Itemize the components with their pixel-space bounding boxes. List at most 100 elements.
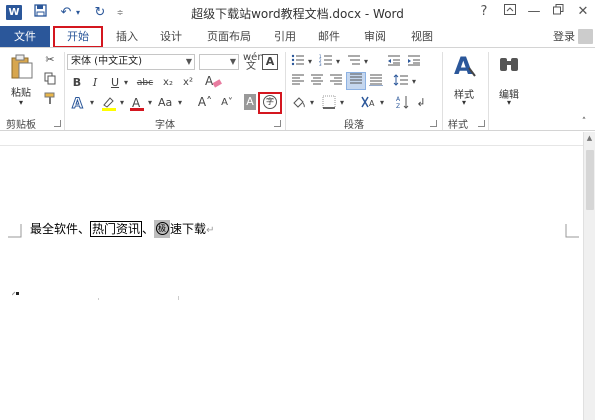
font-name-value: 宋体 (中文正文) — [71, 56, 142, 67]
svg-text:Z: Z — [396, 103, 400, 109]
scroll-up-icon[interactable]: ▲ — [584, 133, 595, 143]
margin-corner-top-left — [8, 224, 22, 238]
decrease-indent-icon[interactable] — [386, 54, 402, 71]
text-marker — [98, 298, 99, 300]
chevron-down-icon[interactable]: ▾ — [504, 98, 514, 107]
ruler — [0, 132, 583, 146]
chevron-down-icon[interactable]: ▾ — [362, 54, 370, 70]
maximize-icon[interactable] — [548, 3, 568, 21]
underline-dropdown-icon[interactable]: ▾ — [122, 75, 130, 91]
shading-icon[interactable] — [290, 95, 308, 114]
align-center-icon[interactable] — [309, 74, 325, 91]
text-effects-icon[interactable]: A — [68, 95, 88, 116]
copy-icon[interactable] — [42, 72, 58, 90]
text-marker — [178, 296, 179, 300]
sort-icon[interactable]: AZ — [396, 95, 410, 114]
multilevel-list-icon[interactable] — [346, 54, 362, 71]
svg-text:A: A — [369, 99, 375, 108]
tab-layout[interactable]: 页面布局 — [198, 26, 260, 47]
paragraph-group-label: 段落 — [344, 120, 364, 131]
paragraph-text: 、 — [142, 222, 155, 236]
subscript-button[interactable]: x₂ — [160, 75, 176, 91]
clipboard-launcher-icon[interactable] — [54, 120, 61, 127]
numbering-icon[interactable]: 123 — [318, 54, 334, 71]
margin-corner-top-right — [565, 224, 579, 238]
asian-layout-icon[interactable]: A — [358, 95, 378, 114]
paste-dropdown-icon[interactable]: ▾ — [16, 98, 26, 107]
font-launcher-icon[interactable] — [274, 120, 281, 127]
svg-text:A: A — [396, 96, 401, 103]
clipboard-group-label: 剪贴板 — [6, 120, 36, 131]
show-marks-icon[interactable]: ↲ — [414, 95, 428, 111]
justify-icon[interactable] — [346, 72, 366, 90]
highlight-color-icon[interactable] — [100, 95, 118, 116]
chevron-down-icon[interactable]: ▾ — [118, 95, 126, 111]
chevron-down-icon[interactable]: ▾ — [334, 54, 342, 70]
paragraph-text: 速下载 — [170, 222, 207, 236]
bullets-icon[interactable] — [290, 54, 306, 71]
borders-icon[interactable] — [320, 95, 338, 114]
tab-view[interactable]: 视图 — [403, 26, 441, 47]
distributed-icon[interactable] — [368, 74, 384, 91]
document-paragraph[interactable]: 最全软件、 热门资讯、极速下载↵ — [30, 219, 214, 239]
strikethrough-button[interactable]: abc — [134, 75, 156, 91]
chevron-down-icon[interactable]: ▾ — [410, 74, 418, 90]
styles-launcher-icon[interactable] — [478, 120, 485, 127]
chevron-down-icon[interactable]: ▾ — [146, 95, 154, 111]
character-border-icon[interactable]: A — [262, 54, 278, 70]
chevron-down-icon[interactable]: ▾ — [459, 98, 469, 107]
chevron-down-icon[interactable]: ▾ — [338, 95, 346, 111]
avatar[interactable] — [578, 29, 593, 44]
tab-file[interactable]: 文件 — [0, 26, 50, 47]
tab-home[interactable]: 开始 — [53, 26, 103, 48]
tab-design[interactable]: 设计 — [152, 26, 190, 47]
chevron-down-icon[interactable]: ▾ — [308, 95, 316, 111]
italic-button[interactable]: I — [88, 75, 102, 91]
ribbon-display-icon[interactable] — [500, 3, 520, 21]
tab-review[interactable]: 审阅 — [356, 26, 394, 47]
font-name-select[interactable]: 宋体 (中文正文) ▼ — [67, 54, 195, 70]
clear-formatting-icon[interactable]: A — [203, 73, 223, 94]
bold-button[interactable]: B — [70, 75, 84, 91]
collapse-ribbon-icon[interactable]: ˄ — [578, 114, 590, 130]
underline-button[interactable]: U — [108, 75, 122, 91]
document-area[interactable] — [0, 132, 583, 420]
increase-indent-icon[interactable] — [406, 54, 422, 71]
close-button[interactable]: ✕ — [573, 3, 593, 21]
vertical-scrollbar[interactable]: ▲ — [583, 132, 595, 420]
superscript-button[interactable]: x² — [180, 75, 196, 91]
character-shading-icon[interactable]: Aa — [158, 95, 172, 111]
divider — [285, 52, 286, 130]
tab-insert[interactable]: 插入 — [108, 26, 146, 47]
cut-icon[interactable]: ✂ — [42, 52, 58, 68]
paste-icon[interactable] — [8, 54, 36, 82]
binoculars-icon[interactable] — [496, 54, 522, 80]
align-right-icon[interactable] — [328, 74, 344, 91]
minimize-button[interactable]: — — [524, 3, 544, 21]
paste-label[interactable]: 粘贴 — [6, 84, 36, 99]
enclosed-character: 极 — [154, 219, 171, 238]
tab-references[interactable]: 引用 — [266, 26, 304, 47]
grow-font-button[interactable]: A˄ — [196, 94, 214, 110]
styles-icon[interactable]: A — [450, 52, 478, 82]
anchor-marker — [11, 286, 20, 296]
line-spacing-icon[interactable] — [392, 74, 410, 91]
phonetic-guide-icon[interactable]: wén 文 — [243, 53, 264, 72]
enclosed-characters-button[interactable]: 字 — [258, 92, 282, 114]
chevron-down-icon[interactable]: ▾ — [378, 95, 386, 111]
font-color-icon[interactable]: A — [128, 95, 146, 116]
enclosed-char-text: 极 — [155, 221, 169, 235]
character-shading-button[interactable]: A — [244, 94, 256, 110]
login-link[interactable]: 登录 — [553, 26, 575, 47]
paragraph-launcher-icon[interactable] — [430, 120, 437, 127]
chevron-down-icon[interactable]: ▾ — [88, 95, 96, 111]
font-size-select[interactable]: ▼ — [199, 54, 239, 70]
tab-mailings[interactable]: 邮件 — [310, 26, 348, 47]
format-painter-icon[interactable] — [42, 92, 58, 110]
chevron-down-icon[interactable]: ▾ — [176, 95, 184, 111]
shrink-font-button[interactable]: A˅ — [218, 95, 236, 111]
scroll-thumb[interactable] — [586, 150, 594, 210]
chevron-down-icon[interactable]: ▾ — [306, 54, 314, 70]
align-left-icon[interactable] — [290, 74, 306, 91]
help-button[interactable]: ? — [474, 3, 494, 21]
